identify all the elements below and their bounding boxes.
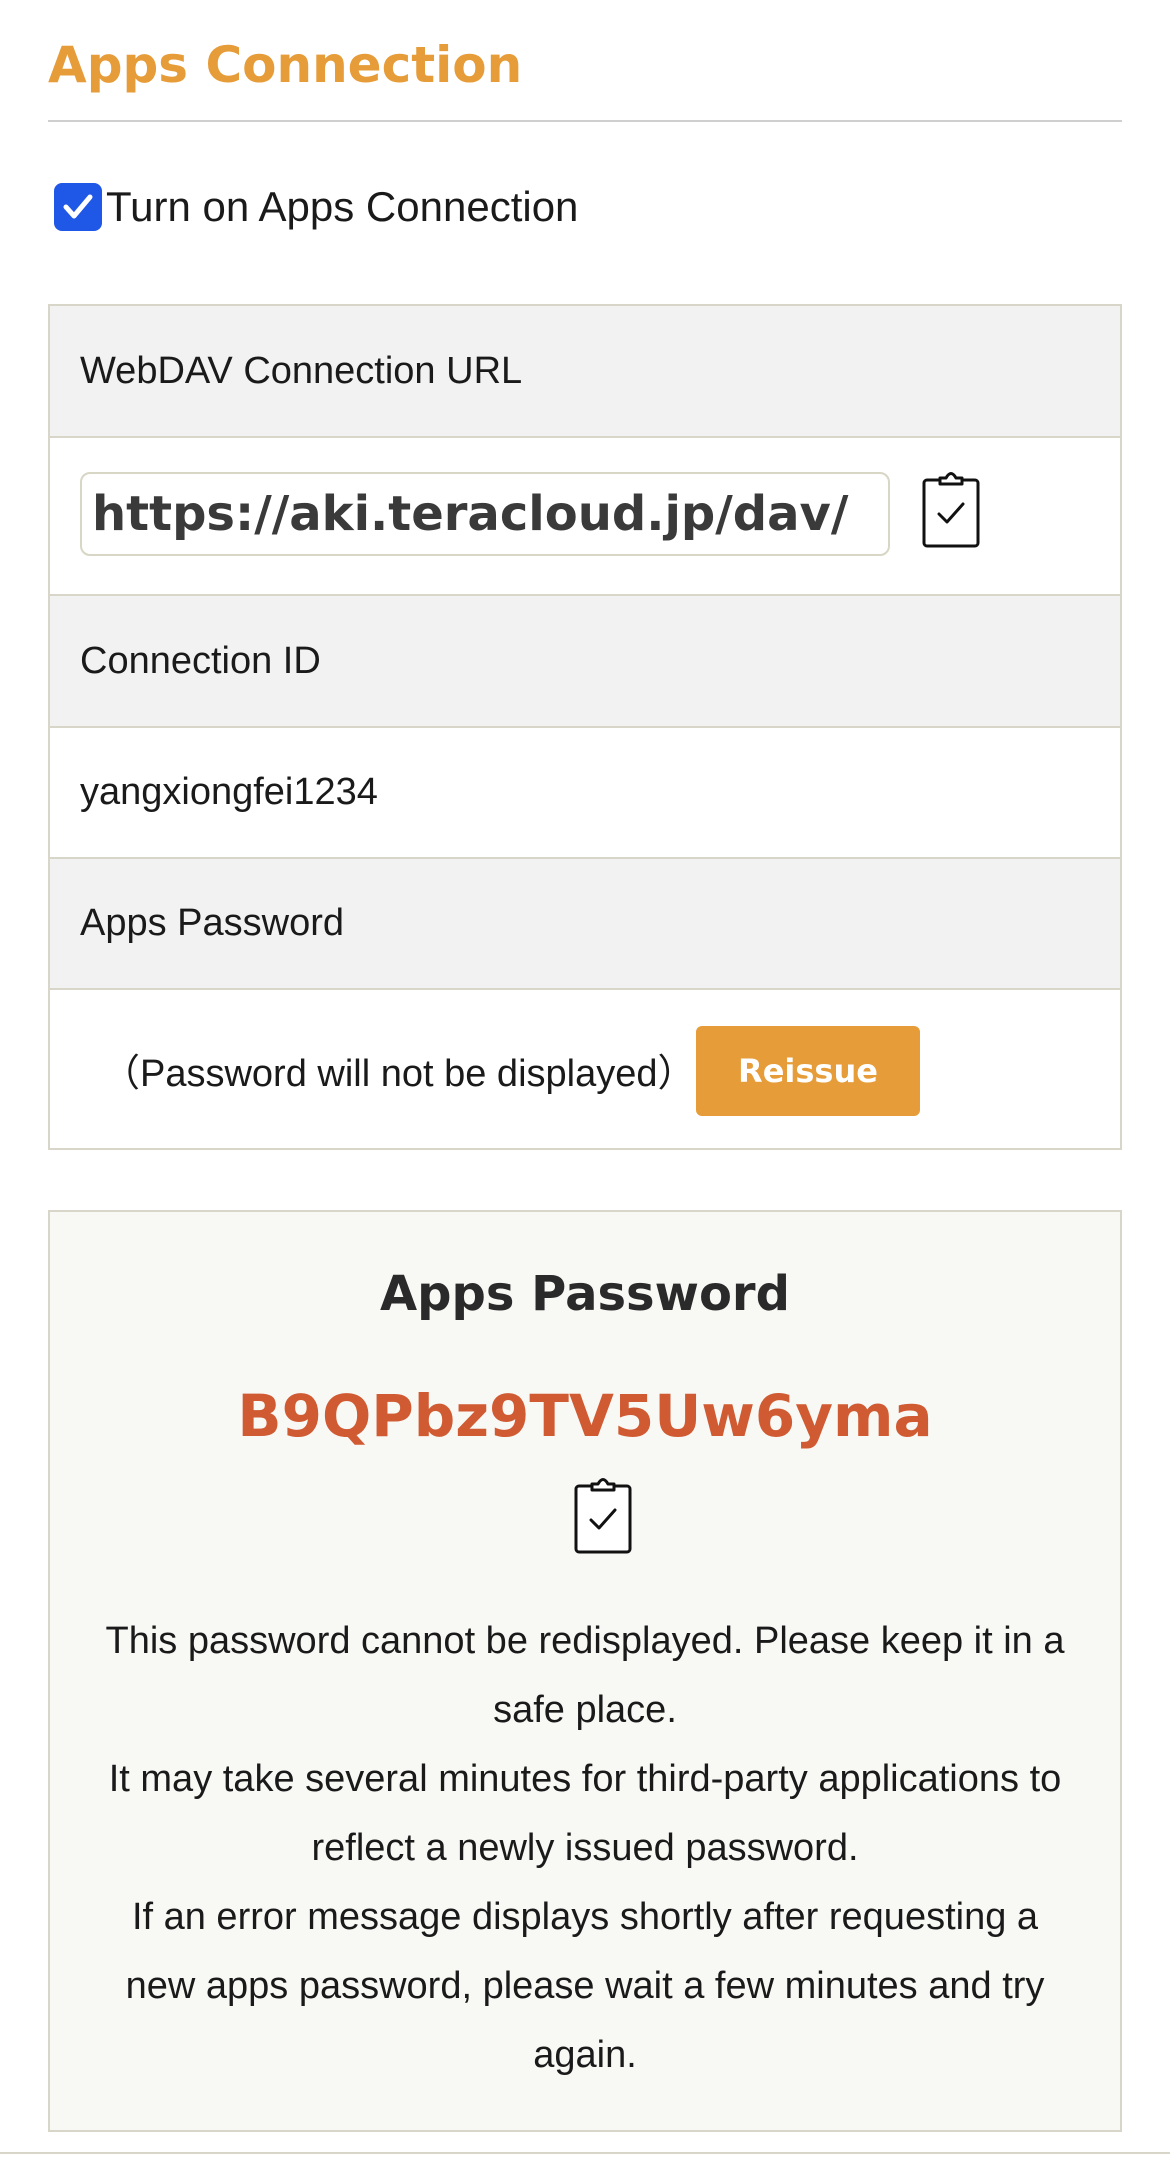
message-line: If an error message displays shortly aft… — [125, 1896, 1045, 2076]
connection-id-header: Connection ID — [50, 594, 1120, 726]
message-line: It may take several minutes for third-pa… — [108, 1758, 1062, 1869]
password-hidden-note: （Password will not be displayed） — [102, 1052, 696, 1095]
webdav-url-row: https://aki.teracloud.jp/dav/ — [50, 436, 1120, 594]
new-password-message: This password cannot be redisplayed. Ple… — [100, 1607, 1070, 2090]
new-password-title: Apps Password — [380, 1266, 790, 1322]
apps-password-header: Apps Password — [50, 857, 1120, 988]
apps-connection-checkbox[interactable] — [54, 183, 102, 231]
webdav-url-label: WebDAV Connection URL — [80, 349, 523, 392]
apps-connection-toggle-label[interactable]: Turn on Apps Connection — [106, 183, 578, 231]
page-title: Apps Connection — [48, 36, 523, 94]
apps-password-label: Apps Password — [80, 902, 345, 944]
message-line: This password cannot be redisplayed. Ple… — [105, 1620, 1065, 1731]
apps-connection-page: Apps Connection Turn on Apps Connection … — [0, 0, 1170, 2161]
clipboard-check-icon[interactable] — [920, 468, 982, 550]
new-password-value: B9QPbz9TV5Uw6yma — [237, 1382, 933, 1450]
bottom-divider — [0, 2152, 1170, 2154]
new-password-panel: Apps Password B9QPbz9TV5Uw6yma This pass… — [48, 1210, 1122, 2132]
connection-id-value: yangxiongfei1234 — [80, 771, 378, 813]
title-divider — [48, 120, 1122, 122]
apps-connection-toggle[interactable]: Turn on Apps Connection — [54, 182, 578, 232]
clipboard-check-icon[interactable] — [572, 1474, 634, 1556]
connection-id-label: Connection ID — [80, 639, 321, 682]
webdav-url-field[interactable]: https://aki.teracloud.jp/dav/ — [80, 472, 890, 556]
connection-id-row: yangxiongfei1234 — [50, 726, 1120, 857]
reissue-button[interactable]: Reissue — [696, 1026, 920, 1116]
checkmark-icon — [63, 194, 93, 219]
apps-password-row: （Password will not be displayed） Reissue — [50, 988, 1120, 1148]
connection-settings-table: WebDAV Connection URL https://aki.teracl… — [48, 304, 1122, 1150]
webdav-url-header: WebDAV Connection URL — [50, 306, 1120, 436]
